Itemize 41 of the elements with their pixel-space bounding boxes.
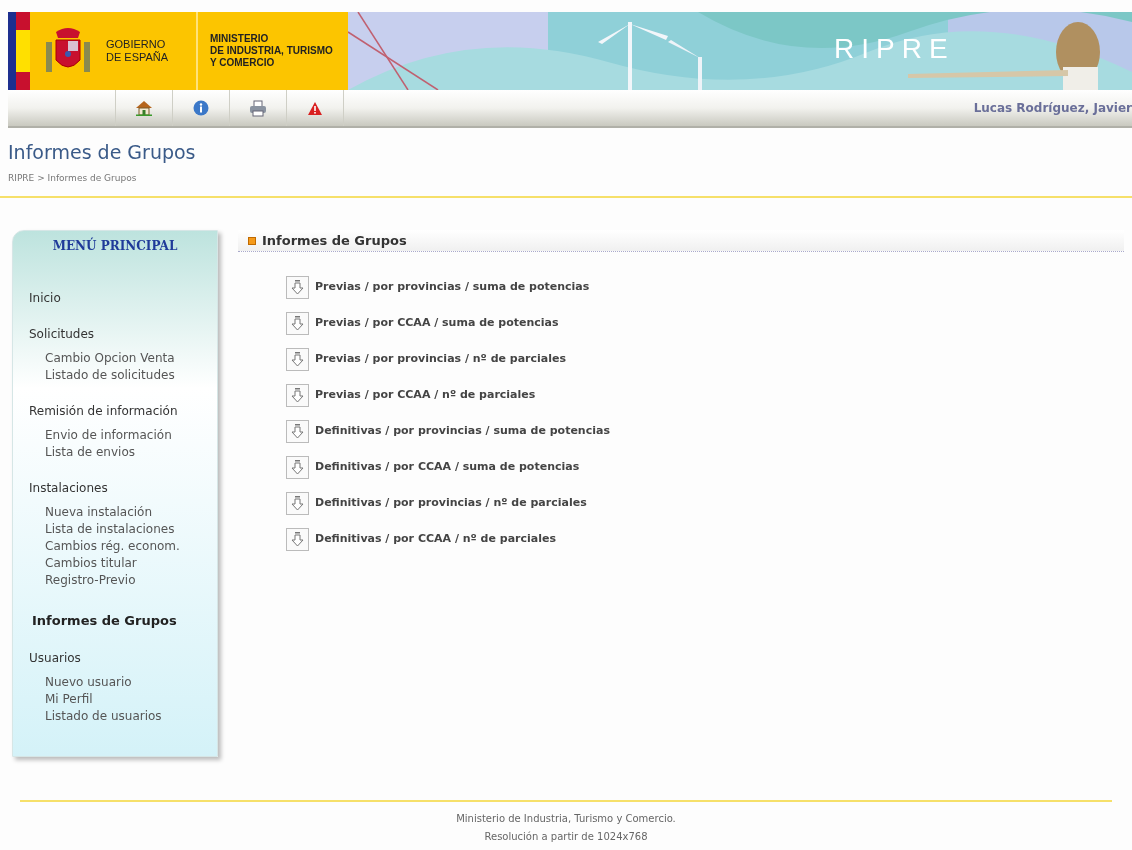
printer-icon — [249, 99, 267, 117]
submenu-item[interactable]: Cambio Opcion Venta — [45, 350, 217, 367]
menu-item[interactable]: Remisión de información — [29, 402, 217, 420]
menu-item[interactable]: Informes de Grupos — [29, 611, 217, 631]
bullet-icon — [248, 236, 256, 245]
submenu-item[interactable]: Registro-Previo — [45, 572, 217, 589]
report-link[interactable]: Definitivas / por provincias / nº de parciales — [315, 495, 587, 512]
submenu-item[interactable]: Nueva instalación — [45, 504, 217, 521]
breadcrumb: RIPRE > Informes de Grupos — [8, 173, 137, 183]
report-link[interactable]: Previas / por CCAA / suma de potencias — [315, 315, 559, 332]
menu-item[interactable]: Instalaciones — [29, 479, 217, 497]
report-link[interactable]: Previas / por provincias / suma de potencias — [315, 279, 590, 296]
warning-icon — [307, 100, 323, 116]
menu-item[interactable]: Inicio — [29, 289, 217, 307]
menu-item[interactable]: Solicitudes — [29, 325, 217, 343]
user-name: Lucas Rodríguez, Javier — [973, 100, 1132, 117]
submenu-item[interactable]: Envio de información — [45, 427, 217, 444]
government-name: GOBIERNO DE ESPAÑA — [106, 38, 169, 64]
report-link[interactable]: Previas / por CCAA / nº de parciales — [315, 387, 536, 404]
footer-text: Ministerio de Industria, Turismo y Comercio. — [456, 812, 676, 826]
section-title: Informes de Grupos — [262, 231, 407, 250]
report-link[interactable]: Definitivas / por CCAA / suma de potencias — [315, 459, 580, 476]
home-icon — [135, 100, 153, 116]
footer-text: Resolución a partir de 1024x768 — [484, 830, 648, 844]
app-title: RIPRE — [834, 32, 955, 66]
submenu-item[interactable]: Cambios titular — [45, 555, 217, 572]
page-title: Informes de Grupos — [8, 140, 197, 164]
submenu-item[interactable]: Lista de instalaciones — [45, 521, 217, 538]
submenu-item[interactable]: Cambios rég. econom. — [45, 538, 217, 555]
submenu-item[interactable]: Nuevo usuario — [45, 673, 217, 691]
report-link[interactable]: Previas / por provincias / nº de parciales — [315, 351, 567, 368]
submenu-item[interactable]: Mi Perfil — [45, 690, 217, 708]
menu-title: MENÚ PRINCIPAL — [52, 237, 178, 255]
submenu-item[interactable]: Lista de envios — [45, 444, 217, 461]
submenu-item[interactable]: Listado de usuarios — [45, 707, 217, 725]
report-link[interactable]: Definitivas / por CCAA / nº de parciales — [315, 531, 556, 548]
submenu-item[interactable]: Listado de solicitudes — [45, 367, 217, 384]
info-icon — [193, 100, 209, 116]
menu-item[interactable]: Usuarios — [29, 648, 217, 667]
ministry-name: MINISTERIO DE INDUSTRIA, TURISMO Y COMERCIO — [210, 33, 333, 69]
report-link[interactable]: Definitivas / por provincias / suma de potencias — [315, 423, 610, 440]
